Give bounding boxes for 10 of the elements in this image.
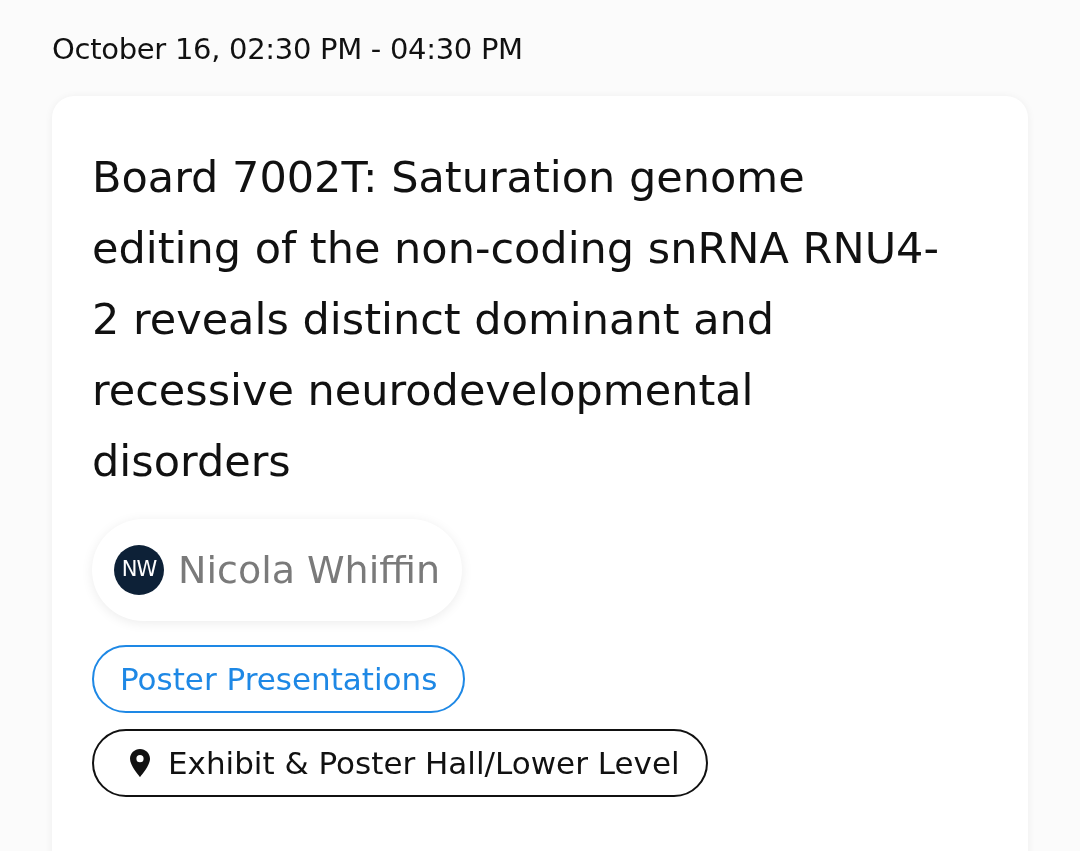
location-label: Exhibit & Poster Hall/Lower Level xyxy=(168,743,680,783)
session-card[interactable] xyxy=(52,95,1028,851)
location-pin-icon xyxy=(130,748,150,777)
location-tag[interactable]: Exhibit & Poster Hall/Lower Level xyxy=(92,728,708,797)
speaker-name: Nicola Whiffin xyxy=(178,550,441,589)
speaker-chip[interactable]: NW Nicola Whiffin xyxy=(92,518,463,621)
avatar: NW xyxy=(114,544,164,595)
track-tag[interactable]: Poster Presentations xyxy=(92,644,466,713)
session-time: October 16, 02:30 PM - 04:30 PM xyxy=(52,31,524,68)
session-title: Board 7002T: Saturation genome editing of the non-coding snRNA RNU4-2 reveals distinct dominant and recessive neurodevelopmental disorders xyxy=(92,150,940,488)
